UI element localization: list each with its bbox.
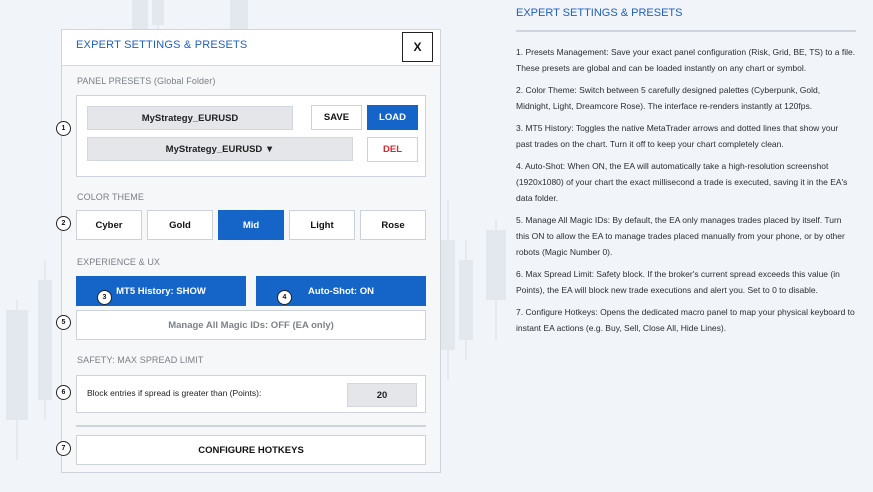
spread-input[interactable]: 20 [347,383,417,407]
callout-6: 6 [56,385,71,400]
theme-rose-button[interactable]: Rose [360,210,426,240]
panel-header: EXPERT SETTINGS & PRESETS X [62,30,440,66]
description-item-4: 4. Auto-Shot: When ON, the EA will autom… [516,161,848,203]
preset-name-input[interactable]: MyStrategy_EURUSD [87,106,293,130]
delete-button[interactable]: DEL [367,137,418,162]
description-item-2: 2. Color Theme: Switch between 5 careful… [516,85,821,111]
callout-3: 3 [97,290,112,305]
theme-cyber-button[interactable]: Cyber [76,210,142,240]
callout-5: 5 [56,315,71,330]
description-item-7: 7. Configure Hotkeys: Opens the dedicate… [516,307,855,333]
callout-4: 4 [277,290,292,305]
description-item-1: 1. Presets Management: Save your exact p… [516,47,856,73]
description-column: EXPERT SETTINGS & PRESETS 1. Presets Man… [516,6,856,342]
spread-label: Block entries if spread is greater than … [87,388,262,398]
preset-dropdown[interactable]: MyStrategy_EURUSD ▼ [87,137,353,161]
description-title: EXPERT SETTINGS & PRESETS [516,7,683,19]
save-button[interactable]: SAVE [311,105,362,130]
close-button[interactable]: X [402,32,433,62]
theme-light-button[interactable]: Light [289,210,355,240]
spread-box: Block entries if spread is greater than … [76,375,426,413]
callout-2: 2 [56,216,71,231]
magic-ids-toggle[interactable]: Manage All Magic IDs: OFF (EA only) [76,310,426,340]
panel-title: EXPERT SETTINGS & PRESETS [76,39,248,51]
description-item-5: 5. Manage All Magic IDs: By default, the… [516,215,845,257]
description-item-3: 3. MT5 History: Toggles the native MetaT… [516,123,839,149]
callout-1: 1 [56,121,71,136]
safety-section-label: SAFETY: MAX SPREAD LIMIT [77,355,204,365]
presets-box: MyStrategy_EURUSD SAVE LOAD MyStrategy_E… [76,95,426,177]
callout-7: 7 [56,441,71,456]
divider [76,425,426,427]
load-button[interactable]: LOAD [367,105,418,130]
presets-section-label: PANEL PRESETS (Global Folder) [77,76,216,86]
theme-mid-button[interactable]: Mid [218,210,284,240]
description-divider [516,30,856,32]
experience-section-label: EXPERIENCE & UX [77,257,161,267]
description-item-6: 6. Max Spread Limit: Safety block. If th… [516,269,840,295]
configure-hotkeys-button[interactable]: CONFIGURE HOTKEYS [76,435,426,465]
theme-gold-button[interactable]: Gold [147,210,213,240]
expert-settings-panel: EXPERT SETTINGS & PRESETS X PANEL PRESET… [61,29,441,473]
theme-section-label: COLOR THEME [77,192,144,202]
